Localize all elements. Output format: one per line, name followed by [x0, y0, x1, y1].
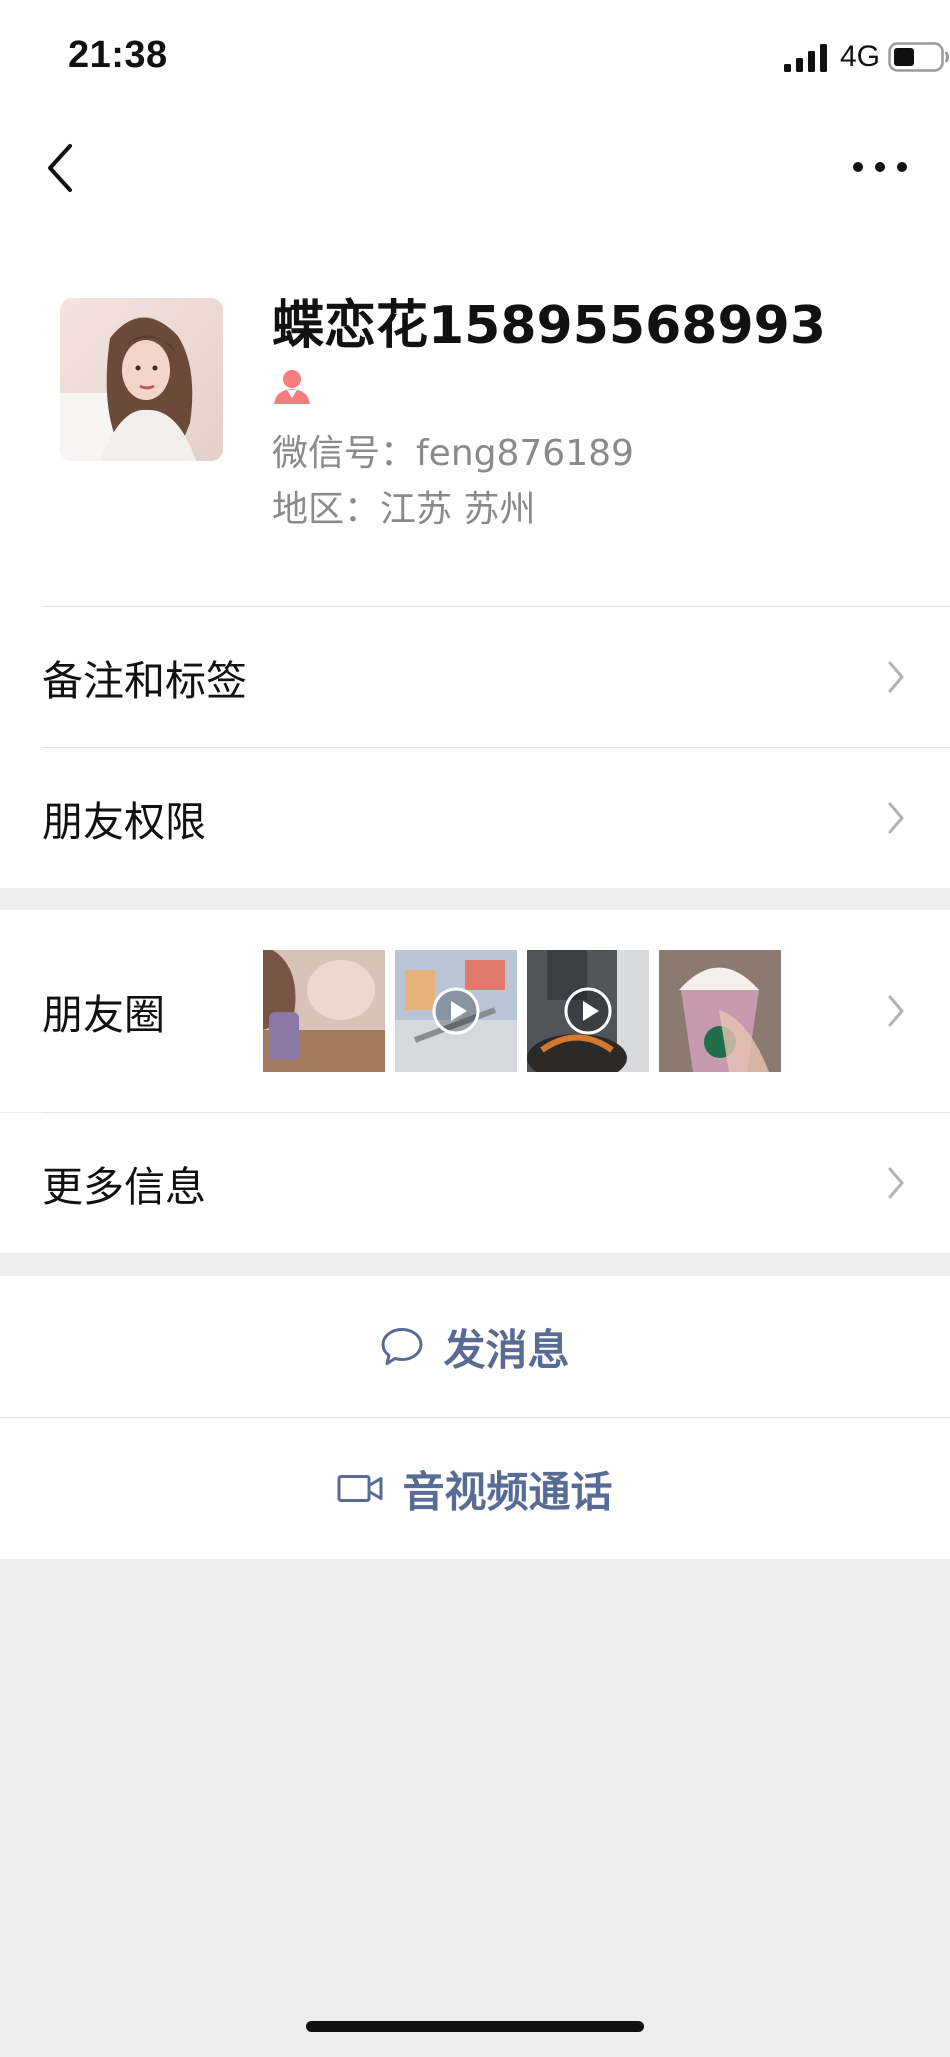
home-indicator[interactable]: [306, 2021, 644, 2032]
moments-thumbnail-2[interactable]: [395, 950, 517, 1072]
remarks-tags-label: 备注和标签: [42, 657, 247, 705]
chevron-right-icon: [888, 802, 904, 834]
network-type: 4G: [840, 40, 881, 73]
moments-thumbnail-3[interactable]: [527, 950, 649, 1072]
moments-thumbnail-4[interactable]: [659, 950, 781, 1072]
battery-icon: [888, 42, 949, 72]
moments-photo: [659, 950, 781, 1072]
female-icon: [274, 370, 310, 404]
play-icon: [432, 987, 480, 1035]
play-icon: [564, 987, 612, 1035]
avatar[interactable]: [60, 298, 223, 461]
send-message-button[interactable]: 发消息: [0, 1276, 950, 1417]
signal-bars-icon: [784, 44, 827, 72]
region: 地区：江苏 苏州: [272, 489, 536, 530]
chevron-right-icon: [888, 661, 904, 693]
friend-permissions-label: 朋友权限: [42, 798, 206, 846]
chevron-right-icon: [888, 1167, 904, 1199]
video-call-content: 音视频通话: [0, 1458, 950, 1519]
contact-name: 蝶恋花15895568993: [272, 296, 826, 356]
remarks-tags-row[interactable]: 备注和标签: [0, 607, 950, 747]
avatar-photo: [60, 298, 223, 461]
moments-label: 朋友圈: [42, 991, 165, 1039]
chat-bubble-icon: [381, 1328, 423, 1365]
send-message-content: 发消息: [0, 1316, 950, 1377]
moments-thumbnail-1[interactable]: [263, 950, 385, 1072]
status-time: 21:38: [68, 34, 168, 76]
video-call-label: 音视频通话: [402, 1467, 613, 1516]
chevron-right-icon: [888, 995, 904, 1027]
send-message-label: 发消息: [443, 1325, 570, 1374]
back-chevron-icon[interactable]: [40, 140, 80, 196]
moments-row[interactable]: 朋友圈: [0, 910, 950, 1112]
section-gap: [0, 1253, 950, 1275]
contact-profile-screen: 21:38 4G 蝶恋花15895568993 微信号：feng876189 地…: [0, 0, 950, 2057]
moments-photo: [263, 950, 385, 1072]
more-dots-icon[interactable]: [850, 150, 910, 184]
video-camera-icon: [337, 1475, 383, 1502]
video-call-button[interactable]: 音视频通话: [0, 1418, 950, 1559]
wechat-id: 微信号：feng876189: [272, 433, 634, 474]
more-info-label: 更多信息: [42, 1163, 206, 1211]
friend-permissions-row[interactable]: 朋友权限: [0, 748, 950, 888]
more-info-row[interactable]: 更多信息: [0, 1113, 950, 1253]
section-gap: [0, 888, 950, 910]
